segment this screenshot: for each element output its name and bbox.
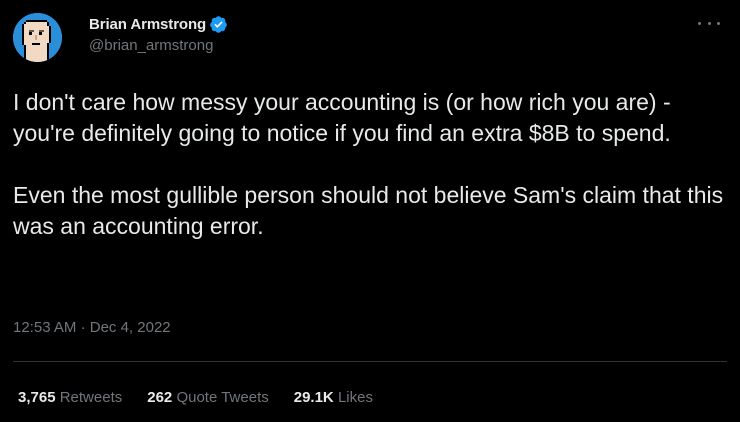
tweet-card: Brian Armstrong @brian_armstrong I don't… — [0, 0, 740, 422]
name-row: Brian Armstrong — [89, 14, 228, 34]
likes-count: 29.1K — [293, 389, 334, 406]
tweet-date: Dec 4, 2022 — [89, 319, 171, 336]
divider — [13, 361, 727, 362]
author-block: Brian Armstrong @brian_armstrong — [89, 14, 228, 54]
tweet-timestamp[interactable]: 12:53 AM · Dec 4, 2022 — [13, 319, 171, 336]
display-name[interactable]: Brian Armstrong — [89, 16, 206, 33]
handle[interactable]: @brian_armstrong — [89, 37, 228, 54]
dot — [698, 21, 701, 25]
dot — [707, 21, 711, 25]
tweet-time: 12:53 AM — [13, 319, 77, 336]
tweet-paragraph: Even the most gullible person should not… — [13, 182, 724, 239]
retweets-label: Retweets — [59, 389, 123, 406]
retweets-stat[interactable]: 3,765 Retweets — [18, 389, 122, 406]
avatar[interactable] — [13, 13, 62, 62]
likes-stat[interactable]: 29.1K Likes — [294, 389, 373, 406]
dot — [717, 21, 720, 25]
quote-tweets-stat[interactable]: 262 Quote Tweets — [147, 389, 268, 406]
pixel-punk-avatar-icon — [13, 13, 62, 62]
more-options-icon[interactable] — [698, 14, 720, 32]
tweet-paragraph: I don't care how messy your accounting i… — [13, 89, 671, 146]
meta-separator: · — [80, 319, 86, 336]
likes-label: Likes — [337, 389, 373, 406]
engagement-stats: 3,765 Retweets 262 Quote Tweets 29.1K Li… — [18, 389, 398, 406]
quote-tweets-count: 262 — [147, 389, 173, 406]
quote-tweets-label: Quote Tweets — [176, 389, 269, 406]
verified-badge-icon — [209, 15, 228, 34]
retweets-count: 3,765 — [18, 389, 56, 406]
tweet-text: I don't care how messy your accounting i… — [13, 87, 728, 242]
